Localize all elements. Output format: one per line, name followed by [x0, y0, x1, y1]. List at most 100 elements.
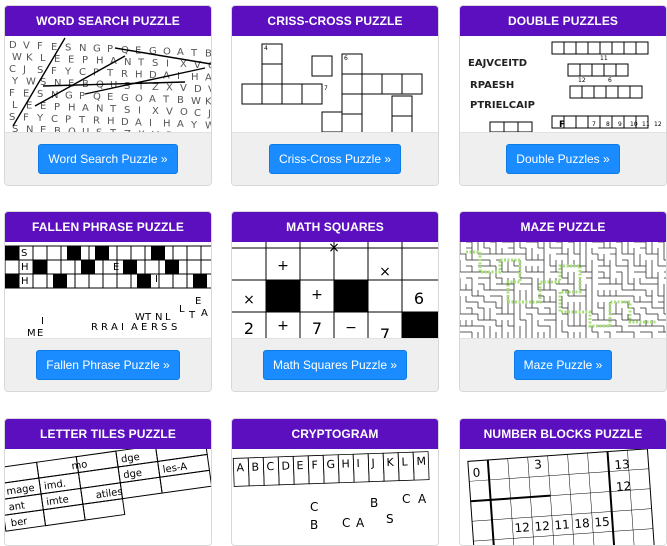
letter-tiles-preview[interactable]: modge mageimd. dgeant imteatiles berles-…	[5, 449, 211, 545]
double-puzzles-preview[interactable]: EAJVCEITD RPAESH PTRIELCAIP 11126 789 10…	[460, 36, 666, 132]
math-squares-preview[interactable]: ×+ +× ×+ 7− 62 7	[232, 242, 438, 338]
math-squares-button[interactable]: Math Squares Puzzle »	[263, 350, 407, 380]
svg-text:B: B	[205, 48, 211, 59]
card-double-puzzles: DOUBLE PUZZLES EAJVCEITD RPAESH PTRIELCA…	[459, 5, 667, 186]
cryptogram-preview[interactable]: ABCDEFGHIJKLM CB CA BC AS	[232, 449, 438, 545]
svg-text:F: F	[51, 66, 57, 77]
svg-text:V: V	[166, 107, 173, 118]
svg-text:11: 11	[554, 517, 570, 532]
card-fallen-phrase: FALLEN PHRASE PUZZLE SH HE IL EA TI WT N…	[4, 211, 212, 392]
svg-text:A: A	[149, 94, 156, 105]
card-title: CRISS-CROSS PUZZLE	[232, 6, 438, 36]
svg-text:A: A	[111, 322, 118, 333]
svg-text:G: G	[93, 44, 101, 55]
svg-text:G: G	[65, 90, 73, 101]
card-math-squares: MATH SQUARES ×+ +× ×+ 7− 62 7 Math Squar…	[231, 211, 439, 392]
word-search-preview[interactable]: DVFESNGPQEGOATBWKLEEPHANTSIXVOCJSFYCPTRH…	[5, 36, 211, 132]
svg-text:C: C	[342, 516, 350, 530]
svg-text:P: P	[65, 114, 71, 125]
svg-text:E: E	[141, 322, 147, 333]
svg-text:V: V	[180, 131, 187, 132]
svg-text:×: ×	[379, 264, 391, 280]
svg-text:I: I	[121, 322, 124, 333]
svg-text:V: V	[152, 130, 159, 132]
svg-text:T: T	[109, 104, 117, 115]
svg-text:×: ×	[243, 292, 255, 308]
svg-text:X: X	[138, 129, 145, 132]
svg-text:11: 11	[642, 121, 650, 128]
svg-text:F: F	[23, 113, 29, 124]
criss-cross-button[interactable]: Criss-Cross Puzzle »	[269, 144, 401, 174]
svg-text:S: S	[161, 322, 167, 333]
svg-text:7: 7	[380, 325, 390, 338]
svg-text:9: 9	[618, 121, 622, 128]
svg-text:H: H	[163, 119, 171, 130]
svg-text:F: F	[9, 88, 15, 99]
svg-text:mo: mo	[71, 459, 88, 472]
svg-text:A: A	[177, 47, 184, 58]
svg-text:E: E	[51, 42, 57, 53]
card-number-blocks: NUMBER BLOCKS PUZZLE 03 1312	[459, 418, 667, 546]
svg-text:A: A	[201, 308, 208, 319]
svg-text:A: A	[131, 322, 138, 333]
fallen-phrase-button[interactable]: Fallen Phrase Puzzle »	[36, 350, 179, 380]
svg-text:M: M	[416, 455, 426, 468]
svg-text:L: L	[179, 304, 185, 315]
svg-text:L: L	[401, 455, 408, 468]
svg-text:I: I	[356, 457, 360, 470]
svg-text:E: E	[113, 262, 119, 273]
svg-text:R: R	[121, 69, 128, 80]
double-puzzles-button[interactable]: Double Puzzles »	[506, 144, 619, 174]
svg-text:T: T	[106, 68, 114, 79]
svg-text:dge: dge	[120, 452, 140, 466]
card-title: MATH SQUARES	[232, 212, 438, 242]
svg-text:F: F	[37, 41, 43, 52]
card-title: CRYPTOGRAM	[232, 419, 438, 449]
svg-text:W: W	[205, 120, 211, 131]
svg-text:E: E	[107, 92, 113, 103]
svg-text:A: A	[236, 461, 244, 474]
svg-text:I: I	[41, 316, 44, 327]
criss-cross-preview[interactable]: 467	[232, 36, 438, 132]
svg-text:7: 7	[312, 319, 322, 338]
svg-text:U: U	[82, 127, 89, 132]
number-blocks-preview[interactable]: 03 1312 1212 1118 15	[460, 449, 666, 545]
svg-text:R: R	[101, 322, 108, 333]
svg-text:S: S	[171, 322, 177, 333]
maze-button[interactable]: Maze Puzzle »	[514, 350, 613, 380]
word-search-button[interactable]: Word Search Puzzle »	[38, 144, 177, 174]
svg-text:L: L	[12, 100, 18, 111]
svg-text:H: H	[68, 102, 76, 113]
card-maze: MAZE PUZZLE Maze Puzzle »	[459, 211, 667, 392]
svg-text:H: H	[96, 56, 104, 67]
svg-text:K: K	[205, 96, 211, 107]
svg-text:C: C	[310, 500, 318, 514]
svg-text:H: H	[107, 116, 115, 127]
svg-text:H: H	[191, 72, 199, 83]
svg-text:+: +	[277, 258, 289, 274]
svg-text:+: +	[311, 287, 323, 303]
svg-text:C: C	[79, 67, 86, 78]
svg-text:+: +	[277, 318, 289, 334]
svg-text:H: H	[135, 69, 143, 80]
svg-text:A: A	[418, 492, 427, 506]
fallen-phrase-preview[interactable]: SH HE IL EA TI WT NL ME RR AI AE RS S	[5, 242, 211, 338]
svg-text:Z: Z	[124, 129, 131, 132]
svg-text:D: D	[9, 40, 17, 51]
svg-text:Q: Q	[93, 92, 101, 103]
svg-text:N: N	[54, 78, 61, 89]
svg-text:I: I	[166, 59, 169, 70]
svg-text:7: 7	[592, 121, 596, 128]
svg-text:N: N	[96, 104, 103, 115]
svg-text:12: 12	[514, 520, 530, 535]
svg-text:S: S	[9, 112, 15, 123]
svg-text:C: C	[266, 460, 274, 473]
svg-text:ber: ber	[10, 516, 29, 529]
svg-text:12: 12	[616, 479, 632, 494]
svg-text:N: N	[26, 125, 33, 132]
svg-text:R: R	[91, 322, 98, 333]
svg-text:M: M	[27, 328, 36, 338]
maze-preview[interactable]	[460, 242, 666, 338]
svg-text:13: 13	[614, 457, 630, 472]
svg-text:O: O	[208, 60, 211, 71]
